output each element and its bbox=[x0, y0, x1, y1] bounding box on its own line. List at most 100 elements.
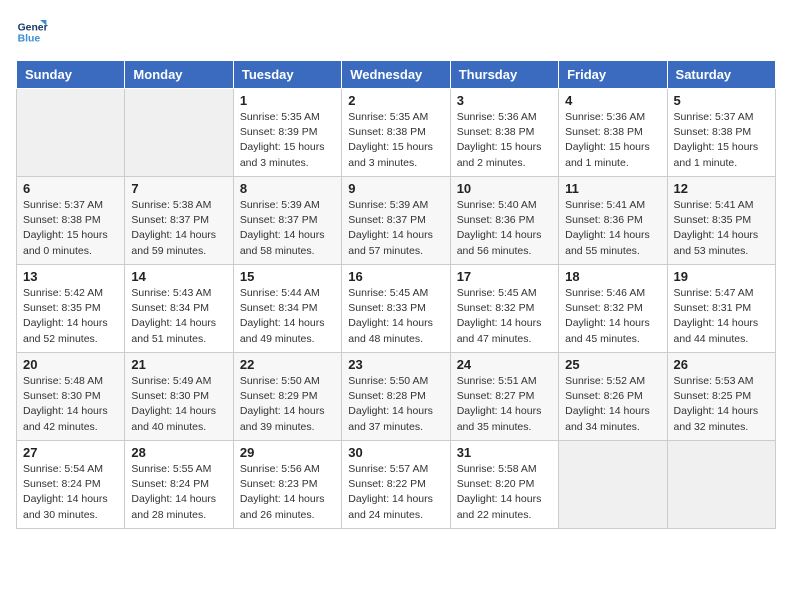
calendar-cell: 14 Sunrise: 5:43 AM Sunset: 8:34 PM Dayli… bbox=[125, 265, 233, 353]
day-number: 29 bbox=[240, 445, 335, 460]
day-info: Sunrise: 5:40 AM Sunset: 8:36 PM Dayligh… bbox=[457, 198, 552, 259]
calendar-cell: 12Sunrise: 5:41 AM Sunset: 8:35 PM Dayli… bbox=[667, 177, 775, 265]
day-info: Sunrise: 5:53 AM Sunset: 8:25 PM Dayligh… bbox=[674, 374, 769, 435]
day-number: 18 bbox=[565, 269, 660, 284]
calendar-cell: 30Sunrise: 5:57 AM Sunset: 8:22 PM Dayli… bbox=[342, 441, 450, 529]
day-number: 16 bbox=[348, 269, 443, 284]
weekday-header-saturday: Saturday bbox=[667, 61, 775, 89]
calendar-cell bbox=[125, 89, 233, 177]
calendar-cell: 8 Sunrise: 5:39 AM Sunset: 8:37 PM Daylig… bbox=[233, 177, 341, 265]
day-info: Sunrise: 5:39 AM Sunset: 8:37 PM Dayligh… bbox=[348, 198, 443, 259]
calendar-cell: 23 Sunrise: 5:50 AM Sunset: 8:28 PM Dayli… bbox=[342, 353, 450, 441]
day-info: Sunrise: 5:47 AM Sunset: 8:31 PM Dayligh… bbox=[674, 286, 769, 347]
calendar-cell: 31Sunrise: 5:58 AM Sunset: 8:20 PM Dayli… bbox=[450, 441, 558, 529]
day-number: 11 bbox=[565, 181, 660, 196]
day-number: 3 bbox=[457, 93, 552, 108]
week-row-4: 20 Sunrise: 5:48 AM Sunset: 8:30 PM Dayli… bbox=[17, 353, 776, 441]
day-info: Sunrise: 5:50 AM Sunset: 8:28 PM Dayligh… bbox=[348, 374, 443, 435]
day-info: Sunrise: 5:36 AM Sunset: 8:38 PM Dayligh… bbox=[565, 110, 660, 171]
day-info: Sunrise: 5:41 AM Sunset: 8:35 PM Dayligh… bbox=[674, 198, 769, 259]
calendar-cell: 22 Sunrise: 5:50 AM Sunset: 8:29 PM Dayli… bbox=[233, 353, 341, 441]
calendar-cell: 15 Sunrise: 5:44 AM Sunset: 8:34 PM Dayli… bbox=[233, 265, 341, 353]
calendar-cell: 4 Sunrise: 5:36 AM Sunset: 8:38 PM Daylig… bbox=[559, 89, 667, 177]
calendar-cell: 13Sunrise: 5:42 AM Sunset: 8:35 PM Dayli… bbox=[17, 265, 125, 353]
svg-text:General: General bbox=[18, 22, 48, 33]
day-number: 8 bbox=[240, 181, 335, 196]
day-info: Sunrise: 5:38 AM Sunset: 8:37 PM Dayligh… bbox=[131, 198, 226, 259]
day-info: Sunrise: 5:48 AM Sunset: 8:30 PM Dayligh… bbox=[23, 374, 118, 435]
day-info: Sunrise: 5:45 AM Sunset: 8:33 PM Dayligh… bbox=[348, 286, 443, 347]
day-info: Sunrise: 5:35 AM Sunset: 8:39 PM Dayligh… bbox=[240, 110, 335, 171]
day-number: 6 bbox=[23, 181, 118, 196]
day-number: 24 bbox=[457, 357, 552, 372]
day-info: Sunrise: 5:58 AM Sunset: 8:20 PM Dayligh… bbox=[457, 462, 552, 523]
weekday-header-sunday: Sunday bbox=[17, 61, 125, 89]
day-number: 25 bbox=[565, 357, 660, 372]
calendar-cell: 27Sunrise: 5:54 AM Sunset: 8:24 PM Dayli… bbox=[17, 441, 125, 529]
calendar-cell: 7Sunrise: 5:38 AM Sunset: 8:37 PM Daylig… bbox=[125, 177, 233, 265]
day-info: Sunrise: 5:43 AM Sunset: 8:34 PM Dayligh… bbox=[131, 286, 226, 347]
day-number: 4 bbox=[565, 93, 660, 108]
weekday-header-friday: Friday bbox=[559, 61, 667, 89]
calendar-cell: 19Sunrise: 5:47 AM Sunset: 8:31 PM Dayli… bbox=[667, 265, 775, 353]
header: General Blue bbox=[16, 16, 776, 48]
calendar-table: SundayMondayTuesdayWednesdayThursdayFrid… bbox=[16, 60, 776, 529]
calendar-cell: 17Sunrise: 5:45 AM Sunset: 8:32 PM Dayli… bbox=[450, 265, 558, 353]
day-number: 14 bbox=[131, 269, 226, 284]
day-number: 27 bbox=[23, 445, 118, 460]
weekday-header-wednesday: Wednesday bbox=[342, 61, 450, 89]
day-number: 1 bbox=[240, 93, 335, 108]
day-info: Sunrise: 5:36 AM Sunset: 8:38 PM Dayligh… bbox=[457, 110, 552, 171]
day-info: Sunrise: 5:46 AM Sunset: 8:32 PM Dayligh… bbox=[565, 286, 660, 347]
day-number: 9 bbox=[348, 181, 443, 196]
day-info: Sunrise: 5:57 AM Sunset: 8:22 PM Dayligh… bbox=[348, 462, 443, 523]
logo: General Blue bbox=[16, 16, 52, 48]
calendar-cell: 29 Sunrise: 5:56 AM Sunset: 8:23 PM Dayli… bbox=[233, 441, 341, 529]
day-number: 13 bbox=[23, 269, 118, 284]
svg-text:Blue: Blue bbox=[18, 34, 41, 45]
day-info: Sunrise: 5:35 AM Sunset: 8:38 PM Dayligh… bbox=[348, 110, 443, 171]
weekday-header-thursday: Thursday bbox=[450, 61, 558, 89]
day-number: 15 bbox=[240, 269, 335, 284]
calendar-cell bbox=[667, 441, 775, 529]
weekday-header-row: SundayMondayTuesdayWednesdayThursdayFrid… bbox=[17, 61, 776, 89]
calendar-cell: 18 Sunrise: 5:46 AM Sunset: 8:32 PM Dayli… bbox=[559, 265, 667, 353]
calendar-cell bbox=[17, 89, 125, 177]
day-info: Sunrise: 5:37 AM Sunset: 8:38 PM Dayligh… bbox=[23, 198, 118, 259]
day-number: 10 bbox=[457, 181, 552, 196]
calendar-cell: 6 Sunrise: 5:37 AM Sunset: 8:38 PM Daylig… bbox=[17, 177, 125, 265]
calendar-cell: 26Sunrise: 5:53 AM Sunset: 8:25 PM Dayli… bbox=[667, 353, 775, 441]
calendar-cell: 28Sunrise: 5:55 AM Sunset: 8:24 PM Dayli… bbox=[125, 441, 233, 529]
calendar-cell: 2 Sunrise: 5:35 AM Sunset: 8:38 PM Daylig… bbox=[342, 89, 450, 177]
day-number: 2 bbox=[348, 93, 443, 108]
week-row-2: 6 Sunrise: 5:37 AM Sunset: 8:38 PM Daylig… bbox=[17, 177, 776, 265]
calendar-cell: 24Sunrise: 5:51 AM Sunset: 8:27 PM Dayli… bbox=[450, 353, 558, 441]
week-row-1: 1 Sunrise: 5:35 AM Sunset: 8:39 PM Daylig… bbox=[17, 89, 776, 177]
calendar-cell: 10 Sunrise: 5:40 AM Sunset: 8:36 PM Dayli… bbox=[450, 177, 558, 265]
day-info: Sunrise: 5:56 AM Sunset: 8:23 PM Dayligh… bbox=[240, 462, 335, 523]
week-row-3: 13Sunrise: 5:42 AM Sunset: 8:35 PM Dayli… bbox=[17, 265, 776, 353]
day-info: Sunrise: 5:41 AM Sunset: 8:36 PM Dayligh… bbox=[565, 198, 660, 259]
day-info: Sunrise: 5:49 AM Sunset: 8:30 PM Dayligh… bbox=[131, 374, 226, 435]
calendar-cell: 3 Sunrise: 5:36 AM Sunset: 8:38 PM Daylig… bbox=[450, 89, 558, 177]
day-number: 5 bbox=[674, 93, 769, 108]
calendar-cell: 20 Sunrise: 5:48 AM Sunset: 8:30 PM Dayli… bbox=[17, 353, 125, 441]
calendar-cell: 5 Sunrise: 5:37 AM Sunset: 8:38 PM Daylig… bbox=[667, 89, 775, 177]
day-info: Sunrise: 5:44 AM Sunset: 8:34 PM Dayligh… bbox=[240, 286, 335, 347]
day-info: Sunrise: 5:50 AM Sunset: 8:29 PM Dayligh… bbox=[240, 374, 335, 435]
weekday-header-monday: Monday bbox=[125, 61, 233, 89]
calendar-cell: 9 Sunrise: 5:39 AM Sunset: 8:37 PM Daylig… bbox=[342, 177, 450, 265]
logo-icon: General Blue bbox=[16, 16, 48, 48]
day-number: 22 bbox=[240, 357, 335, 372]
day-info: Sunrise: 5:37 AM Sunset: 8:38 PM Dayligh… bbox=[674, 110, 769, 171]
weekday-header-tuesday: Tuesday bbox=[233, 61, 341, 89]
day-number: 21 bbox=[131, 357, 226, 372]
day-info: Sunrise: 5:52 AM Sunset: 8:26 PM Dayligh… bbox=[565, 374, 660, 435]
calendar-cell: 25 Sunrise: 5:52 AM Sunset: 8:26 PM Dayli… bbox=[559, 353, 667, 441]
day-info: Sunrise: 5:39 AM Sunset: 8:37 PM Dayligh… bbox=[240, 198, 335, 259]
day-number: 23 bbox=[348, 357, 443, 372]
day-info: Sunrise: 5:45 AM Sunset: 8:32 PM Dayligh… bbox=[457, 286, 552, 347]
day-number: 20 bbox=[23, 357, 118, 372]
calendar-cell: 1 Sunrise: 5:35 AM Sunset: 8:39 PM Daylig… bbox=[233, 89, 341, 177]
calendar-cell: 11 Sunrise: 5:41 AM Sunset: 8:36 PM Dayli… bbox=[559, 177, 667, 265]
